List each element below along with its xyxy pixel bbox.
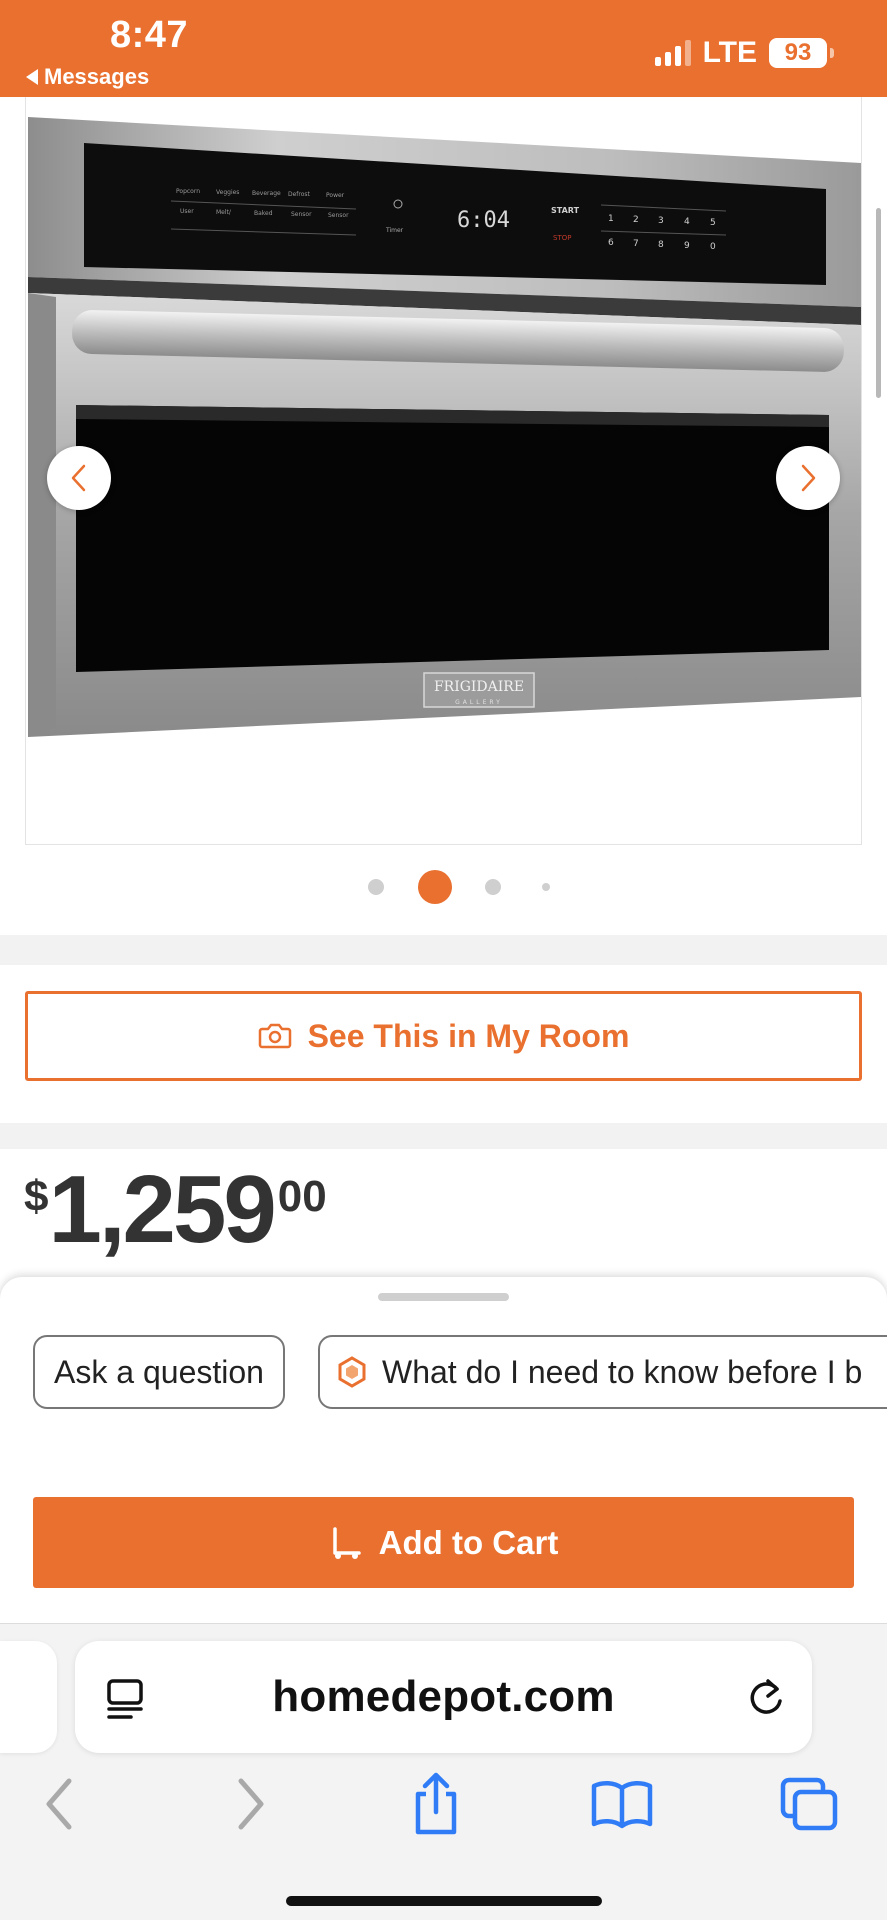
svg-text:Baked: Baked (254, 210, 273, 217)
page-dot-active[interactable] (418, 870, 452, 904)
reload-icon[interactable] (746, 1675, 786, 1719)
dolly-icon (332, 1526, 361, 1559)
status-bar: 8:47 Messages LTE 93 (0, 0, 887, 97)
status-indicators: LTE 93 (654, 36, 834, 70)
svg-text:1: 1 (608, 214, 614, 224)
suggested-question-label: What do I need to know before I b (382, 1353, 863, 1390)
chevron-left-icon (71, 464, 86, 492)
previous-image-button[interactable] (47, 446, 111, 510)
back-triangle-icon (26, 69, 38, 85)
browser-forward-button[interactable] (219, 1772, 283, 1836)
share-icon (415, 1772, 457, 1835)
tabs-icon (780, 1777, 838, 1831)
price-cents: 00 (277, 1172, 327, 1221)
svg-text:User: User (180, 208, 194, 215)
browser-back-button[interactable] (27, 1772, 91, 1836)
status-time: 8:47 (110, 14, 189, 56)
ask-question-label: Ask a question (54, 1353, 264, 1390)
svg-text:Sensor: Sensor (328, 212, 349, 219)
brand-badge-sub: GALLERY (455, 699, 503, 706)
add-to-cart-label: Add to Cart (378, 1523, 559, 1561)
camera-icon (258, 1023, 291, 1049)
oven-display: 6:04 (457, 208, 510, 233)
page-dot[interactable] (485, 879, 501, 895)
next-image-button[interactable] (776, 446, 840, 510)
product-price: $ 1,259 00 (24, 1160, 327, 1260)
bookmarks-button[interactable] (590, 1772, 654, 1836)
battery-icon: 93 (769, 38, 834, 68)
svg-text:6: 6 (608, 238, 614, 248)
signal-icon (654, 40, 691, 66)
page-dot[interactable] (542, 883, 550, 891)
ask-question-chip[interactable]: Ask a question (33, 1335, 285, 1409)
page-dot[interactable] (368, 879, 384, 895)
svg-text:5: 5 (710, 218, 716, 228)
svg-text:Sensor: Sensor (291, 211, 312, 218)
svg-text:4: 4 (684, 217, 690, 227)
product-image[interactable]: Popcorn Veggies Beverage Defrost Power User M… (25, 97, 862, 845)
add-to-cart-button[interactable]: Add to Cart (33, 1497, 854, 1588)
network-type: LTE (702, 36, 757, 69)
ai-sparkle-icon (338, 1356, 366, 1388)
svg-text:0: 0 (710, 242, 716, 252)
cart-area: Add to Cart (0, 1463, 887, 1623)
brand-badge: FRIGIDAIRE (434, 679, 524, 695)
svg-text:9: 9 (684, 241, 690, 251)
svg-text:7: 7 (633, 239, 639, 249)
product-gallery: Popcorn Veggies Beverage Defrost Power User M… (0, 97, 887, 935)
section-divider (0, 935, 887, 965)
svg-text:2: 2 (633, 215, 639, 225)
see-in-my-room-button[interactable]: See This in My Room (25, 991, 862, 1081)
home-indicator[interactable] (286, 1896, 602, 1906)
battery-level: 93 (784, 39, 812, 66)
microwave-oven-image: Popcorn Veggies Beverage Defrost Power User M… (28, 117, 861, 737)
price-dollars: 1,259 (48, 1156, 276, 1263)
tabs-button[interactable] (777, 1772, 841, 1836)
svg-text:Defrost: Defrost (288, 191, 311, 198)
svg-text:Veggies: Veggies (216, 189, 239, 196)
share-button[interactable] (404, 1772, 468, 1836)
page-menu-icon[interactable] (105, 1677, 145, 1721)
sheet-grabber[interactable] (378, 1293, 509, 1301)
assistant-sheet: Ask a question What do I need to know be… (0, 1277, 887, 1463)
book-icon (591, 1781, 653, 1829)
back-label: Messages (44, 64, 150, 89)
svg-text:Beverage: Beverage (252, 190, 281, 197)
svg-text:Timer: Timer (385, 227, 404, 234)
gallery-pagination (0, 870, 887, 904)
browser-chrome: homedepot.com (0, 1623, 887, 1920)
svg-text:Power: Power (326, 192, 345, 199)
see-in-my-room-label: See This in My Room (307, 1017, 630, 1054)
url-text: homedepot.com (272, 1672, 615, 1721)
page-scroll-indicator (876, 208, 881, 398)
price-currency: $ (24, 1172, 49, 1221)
chevron-right-icon (801, 464, 816, 492)
previous-tab-preview[interactable] (0, 1641, 57, 1753)
suggested-question-chip[interactable]: What do I need to know before I b (318, 1335, 887, 1409)
forward-chevron-icon (238, 1778, 264, 1830)
svg-text:3: 3 (658, 216, 664, 226)
svg-text:STOP: STOP (553, 234, 571, 242)
back-chevron-icon (46, 1778, 72, 1830)
section-divider (0, 1123, 887, 1149)
svg-text:8: 8 (658, 240, 664, 250)
address-bar[interactable]: homedepot.com (75, 1641, 812, 1753)
back-to-messages[interactable]: Messages (26, 64, 149, 90)
svg-text:START: START (551, 206, 580, 215)
svg-text:Melt/: Melt/ (216, 209, 232, 216)
svg-text:Popcorn: Popcorn (176, 188, 200, 195)
